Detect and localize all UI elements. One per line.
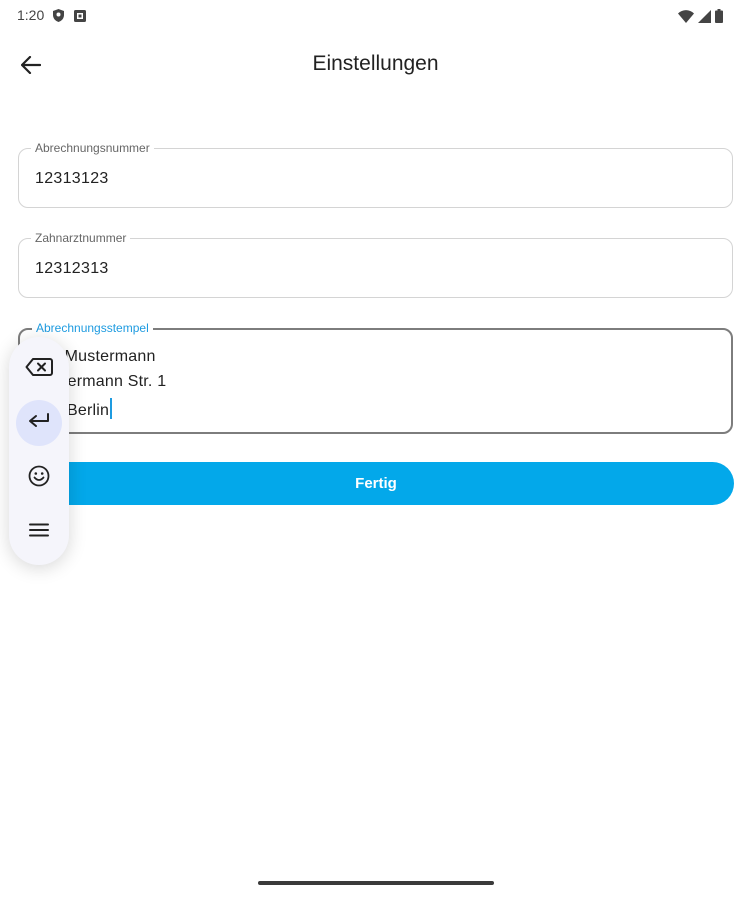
app-notification-icon [74, 9, 86, 27]
billing-stamp-line-1: Mustermann [60, 348, 156, 365]
page-title: Einstellungen [312, 52, 439, 75]
home-indicator[interactable] [258, 881, 494, 885]
status-left-icons [53, 9, 86, 27]
billing-stamp-label: Abrechnungsstempel [32, 321, 153, 335]
billing-stamp-field[interactable]: Abrechnungsstempel Mustermann termann St… [18, 321, 733, 434]
keyboard-floating-toolbar [9, 337, 69, 565]
shield-icon [53, 9, 64, 27]
enter-button[interactable] [16, 400, 62, 446]
menu-button[interactable] [16, 509, 62, 555]
battery-icon [715, 9, 723, 28]
top-app-bar: Einstellungen [0, 40, 751, 92]
text-caret [110, 398, 113, 419]
dentist-number-value: 12312313 [35, 260, 109, 277]
dentist-number-label: Zahnarztnummer [31, 231, 131, 245]
billing-stamp-line-2: termann Str. 1 [63, 373, 167, 390]
emoji-icon [28, 465, 50, 492]
backspace-icon [25, 357, 53, 382]
emoji-button[interactable] [16, 455, 62, 501]
billing-number-field[interactable]: Abrechnungsnummer 12313123 [18, 141, 733, 208]
dentist-number-field[interactable]: Zahnarztnummer 12312313 [18, 231, 733, 298]
cell-signal-icon [698, 9, 711, 28]
billing-stamp-line-3-text: Berlin [67, 402, 110, 419]
menu-icon [29, 523, 49, 542]
wifi-icon [678, 9, 694, 28]
status-right-icons [678, 9, 723, 28]
backspace-button[interactable] [16, 346, 62, 392]
billing-stamp-line-3: Berlin [67, 398, 113, 420]
billing-number-label: Abrechnungsnummer [31, 141, 154, 155]
status-bar: 1:20 [0, 0, 751, 32]
done-button[interactable]: Fertig [18, 462, 734, 505]
billing-number-value: 12313123 [35, 170, 109, 187]
status-time: 1:20 [17, 7, 45, 23]
enter-icon [28, 412, 50, 434]
